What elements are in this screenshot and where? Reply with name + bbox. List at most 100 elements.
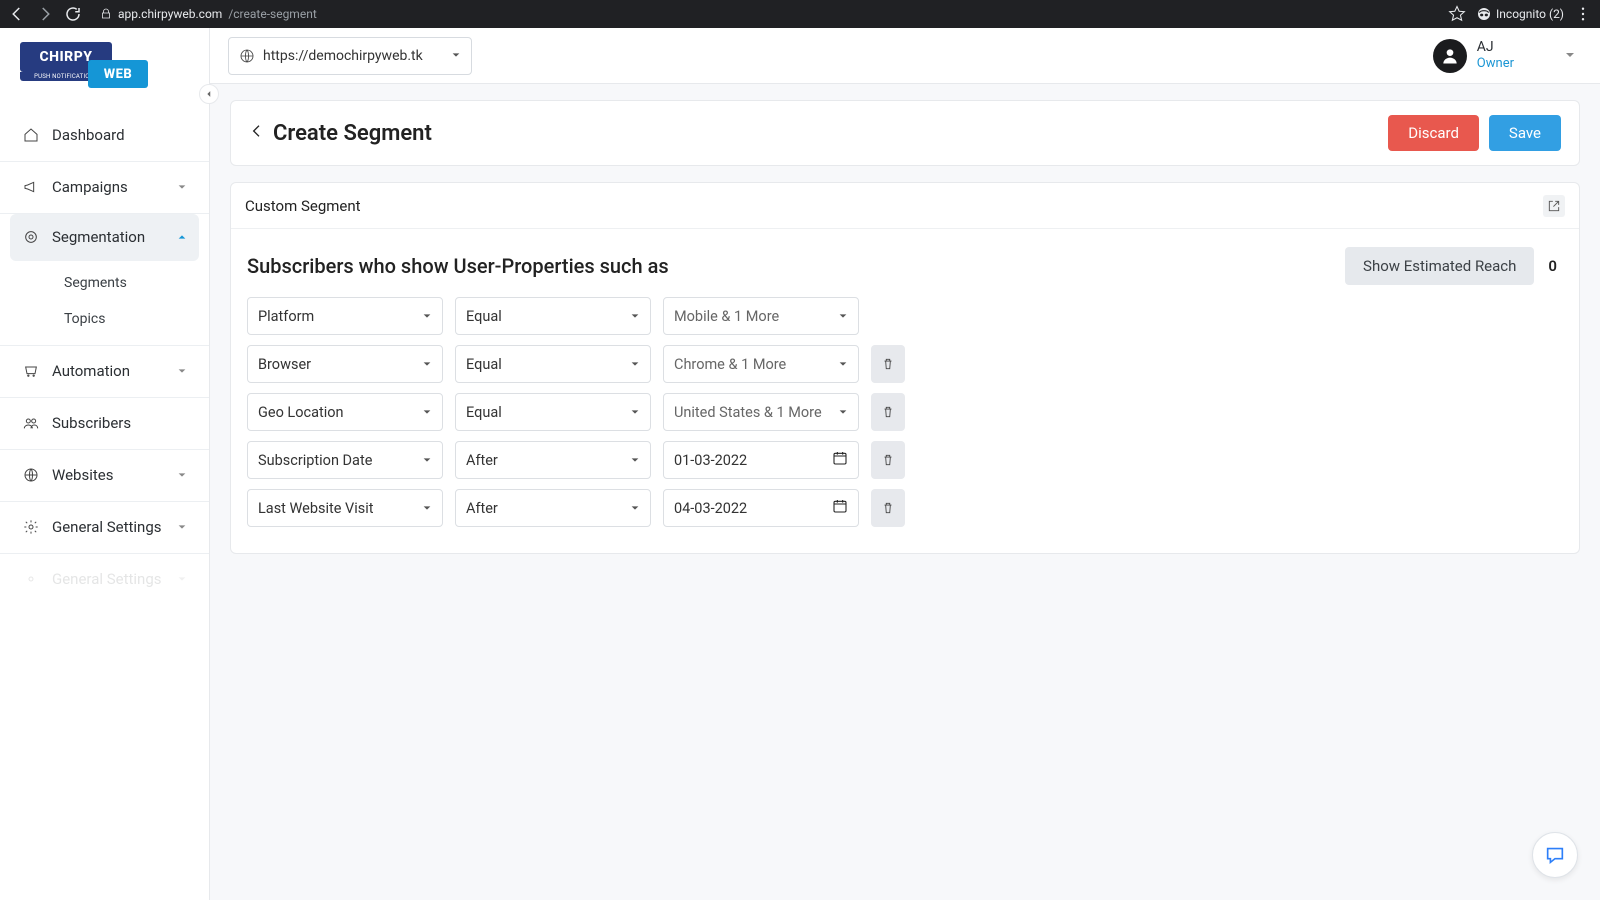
operator-value: Equal <box>466 404 630 421</box>
chat-fab[interactable] <box>1532 832 1578 878</box>
chevron-down-icon <box>451 48 461 64</box>
operator-select[interactable]: Equal <box>455 345 651 383</box>
chevron-down-icon <box>630 404 640 421</box>
chevron-down-icon <box>630 500 640 517</box>
globe-icon <box>239 48 255 64</box>
sidebar-item-topics[interactable]: Topics <box>0 301 209 337</box>
rule-rows: Platform Equal Mobile & 1 More Browser Equal… <box>231 291 1579 553</box>
user-role: Owner <box>1477 56 1514 72</box>
value-select[interactable]: Mobile & 1 More <box>663 297 859 335</box>
logo[interactable]: CHIRPY PUSH NOTIFICATIONS WEB <box>0 28 209 110</box>
value-date-input[interactable]: 01-03-2022 <box>663 441 859 479</box>
operator-select[interactable]: After <box>455 489 651 527</box>
sidebar-item-label: Campaigns <box>52 178 165 196</box>
operator-select[interactable]: Equal <box>455 393 651 431</box>
chevron-down-icon <box>422 404 432 421</box>
property-select[interactable]: Geo Location <box>247 393 443 431</box>
sidebar-item-label: General Settings <box>52 518 165 536</box>
operator-select[interactable]: Equal <box>455 297 651 335</box>
delete-rule-button[interactable] <box>871 393 905 431</box>
main: https://demochirpyweb.tk AJ Owner Creat <box>210 28 1600 900</box>
sidebar-item-label: Automation <box>52 362 165 380</box>
browser-back-button[interactable] <box>8 5 26 23</box>
sidebar-item-label: Websites <box>52 466 165 484</box>
user-menu[interactable]: AJ Owner <box>1433 39 1582 73</box>
chevron-down-icon <box>177 178 187 196</box>
back-button[interactable] <box>249 123 265 143</box>
browser-url-bar[interactable]: app.chirpyweb.com/create-segment <box>92 7 1438 21</box>
value-select[interactable]: United States & 1 More <box>663 393 859 431</box>
chevron-down-icon <box>630 356 640 373</box>
chevron-down-icon <box>838 404 848 421</box>
chevron-down-icon <box>422 452 432 469</box>
chevron-down-icon <box>630 308 640 325</box>
sidebar-item-dashboard[interactable]: Dashboard <box>0 110 209 161</box>
segment-name-input[interactable] <box>245 197 1543 215</box>
external-link-icon[interactable] <box>1543 195 1565 217</box>
sidebar: CHIRPY PUSH NOTIFICATIONS WEB Dashboard … <box>0 28 210 900</box>
globe-icon <box>22 466 40 484</box>
operator-select[interactable]: After <box>455 441 651 479</box>
value-select[interactable]: Chrome & 1 More <box>663 345 859 383</box>
star-icon[interactable] <box>1448 5 1466 23</box>
sidebar-item-subscribers[interactable]: Subscribers <box>0 398 209 449</box>
browser-menu-button[interactable] <box>1574 5 1592 23</box>
browser-forward-button[interactable] <box>36 5 54 23</box>
site-selector[interactable]: https://demochirpyweb.tk <box>228 37 472 75</box>
target-icon <box>22 228 40 246</box>
property-select[interactable]: Subscription Date <box>247 441 443 479</box>
sidebar-item-label: General Settings <box>52 570 165 588</box>
chevron-up-icon <box>177 228 187 246</box>
discard-button[interactable]: Discard <box>1388 115 1479 151</box>
chevron-down-icon <box>422 356 432 373</box>
chevron-down-icon <box>838 356 848 373</box>
criteria-header: Subscribers who show User-Properties suc… <box>231 229 1579 291</box>
operator-value: Equal <box>466 308 630 325</box>
chevron-down-icon <box>422 500 432 517</box>
delete-rule-button[interactable] <box>871 489 905 527</box>
value-date-input[interactable]: 04-03-2022 <box>663 489 859 527</box>
property-select[interactable]: Last Website Visit <box>247 489 443 527</box>
page-header: Create Segment Discard Save <box>230 100 1580 166</box>
user-name: AJ <box>1477 39 1514 56</box>
value-value: 01-03-2022 <box>674 452 832 469</box>
save-button[interactable]: Save <box>1489 115 1561 151</box>
operator-value: Equal <box>466 356 630 373</box>
chevron-down-icon <box>630 452 640 469</box>
sidebar-collapse-button[interactable] <box>199 84 219 104</box>
show-reach-button[interactable]: Show Estimated Reach <box>1345 247 1534 285</box>
sidebar-item-websites[interactable]: Websites <box>0 450 209 501</box>
operator-value: After <box>466 500 630 517</box>
page-title: Create Segment <box>273 121 1388 146</box>
chevron-down-icon <box>177 466 187 484</box>
value-value: United States & 1 More <box>674 404 838 421</box>
sidebar-item-segmentation[interactable]: Segmentation <box>10 214 199 261</box>
delete-rule-button[interactable] <box>871 441 905 479</box>
sidebar-item-automation[interactable]: Automation <box>0 346 209 397</box>
topbar: https://demochirpyweb.tk AJ Owner <box>210 28 1600 84</box>
property-value: Subscription Date <box>258 452 422 469</box>
chevron-down-icon <box>422 308 432 325</box>
browser-reload-button[interactable] <box>64 5 82 23</box>
chevron-down-icon <box>1524 46 1576 65</box>
incognito-indicator[interactable]: Incognito (2) <box>1476 6 1564 22</box>
sidebar-item-general-settings[interactable]: General Settings <box>0 502 209 553</box>
criteria-headline: Subscribers who show User-Properties suc… <box>247 254 1345 278</box>
reach-count: 0 <box>1548 257 1557 275</box>
sidebar-item-label: Segmentation <box>52 228 165 246</box>
sidebar-item-segments[interactable]: Segments <box>0 265 209 301</box>
sidebar-item-ghost: General Settings <box>0 554 209 605</box>
gear-icon <box>22 518 40 536</box>
gear-icon <box>22 570 40 588</box>
chevron-down-icon <box>838 308 848 325</box>
segment-panel: Subscribers who show User-Properties suc… <box>230 182 1580 554</box>
property-select[interactable]: Platform <box>247 297 443 335</box>
cart-icon <box>22 362 40 380</box>
browser-chrome-bar: app.chirpyweb.com/create-segment Incogni… <box>0 0 1600 28</box>
sidebar-item-campaigns[interactable]: Campaigns <box>0 162 209 213</box>
delete-rule-button[interactable] <box>871 345 905 383</box>
segment-name-row <box>231 183 1579 229</box>
property-select[interactable]: Browser <box>247 345 443 383</box>
rule-row: Last Website Visit After 04-03-2022 <box>247 489 1563 527</box>
rule-row: Platform Equal Mobile & 1 More <box>247 297 1563 335</box>
